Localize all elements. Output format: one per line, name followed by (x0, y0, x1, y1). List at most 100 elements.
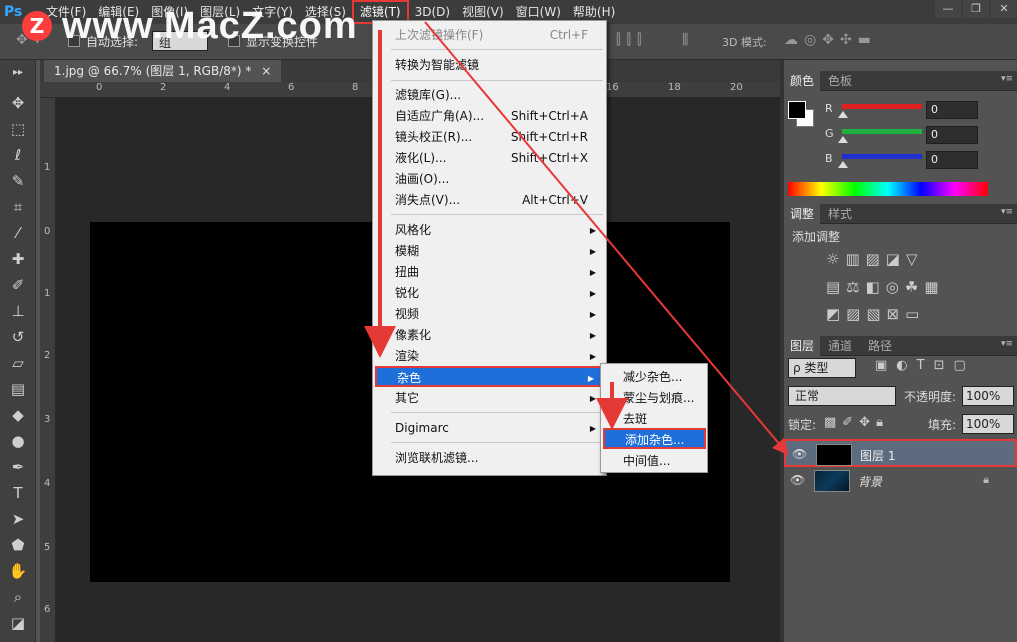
adjustment-icons-row-3[interactable]: ◩▨▧⊠▭ (826, 305, 925, 325)
submenu-item-add-noise[interactable]: 添加杂色... (603, 428, 706, 449)
tab-layers[interactable]: 图层 (784, 336, 821, 356)
channel-r-value[interactable]: 0 (926, 101, 978, 119)
dodge-tool-icon[interactable]: ● (0, 428, 36, 454)
adjustment-icons-row-1[interactable]: ☼▥▨◪▽ (826, 250, 924, 270)
gradient-tool-icon[interactable]: ▤ (0, 376, 36, 402)
submenu-arrow-icon: ▶ (587, 374, 594, 383)
menu-item-distort[interactable]: 扭曲 ▶ (375, 262, 604, 283)
layer-filter-icons[interactable]: ▣◐T⊡▢ (875, 358, 975, 373)
healing-tool-icon[interactable]: ✚ (0, 246, 36, 272)
close-button[interactable]: ✕ (991, 0, 1017, 18)
menu-item-other[interactable]: 其它 ▶ (375, 388, 604, 409)
blend-mode-select[interactable]: 正常 (788, 386, 896, 406)
align-icons[interactable]: ⫿⫿⫿ (616, 32, 647, 52)
minimize-button[interactable]: — (935, 0, 961, 18)
menu-item-pixelate[interactable]: 像素化 ▶ (375, 325, 604, 346)
layer-thumbnail (814, 470, 850, 492)
marquee-tool-icon[interactable]: ⬚ (0, 116, 36, 142)
crop-tool-icon[interactable]: ⌗ (0, 194, 36, 220)
foreground-color-swatch[interactable] (788, 101, 806, 119)
menu-item-video[interactable]: 视频 ▶ (375, 304, 604, 325)
tab-paths[interactable]: 路径 (862, 336, 898, 356)
brush-tool-icon[interactable]: ✐ (0, 272, 36, 298)
type-tool-icon[interactable]: T (0, 480, 36, 506)
menu-item-liquify[interactable]: 液化(L)... Shift+Ctrl+X (375, 148, 604, 169)
distribute-icon[interactable]: ⫼ (682, 32, 694, 52)
menu-item-oil-paint[interactable]: 油画(O)... (375, 169, 604, 190)
history-brush-icon[interactable]: ↺ (0, 324, 36, 350)
eyedropper-tool-icon[interactable]: ⁄ (0, 220, 36, 246)
menu-item-sharpen[interactable]: 锐化 ▶ (375, 283, 604, 304)
adjustment-icons-row-2[interactable]: ▤⚖◧◎☘▦ (826, 278, 945, 298)
submenu-item-median[interactable]: 中间值... (603, 451, 706, 472)
tab-channels[interactable]: 通道 (822, 336, 858, 356)
shortcut-label: Shift+Ctrl+R (510, 130, 588, 144)
channel-g-value[interactable]: 0 (926, 126, 978, 144)
visibility-eye-icon[interactable]: 👁︎ (790, 473, 805, 487)
ruler-tick: 4 (44, 478, 51, 489)
submenu-item-dust-scratches[interactable]: 蒙尘与划痕... (603, 388, 706, 409)
fill-input[interactable]: 100% (962, 414, 1014, 434)
menu-item-blur[interactable]: 模糊 ▶ (375, 241, 604, 262)
quick-select-tool-icon[interactable]: ✎ (0, 168, 36, 194)
photoshop-window: Ps 文件(F) 编辑(E) 图像(I) 图层(L) 文字(Y) 选择(S) 滤… (0, 0, 1017, 642)
channel-g-thumb[interactable] (838, 136, 848, 143)
panel-collapse-icon[interactable]: ▸▸ (0, 60, 36, 90)
menu-item-noise[interactable]: 杂色 ▶ (375, 366, 604, 387)
submenu-item-despeckle[interactable]: 去斑 (603, 409, 706, 430)
restore-button[interactable]: ❐ (963, 0, 989, 18)
channel-b-thumb[interactable] (838, 161, 848, 168)
tab-swatches[interactable]: 色板 (822, 71, 858, 91)
layer-kind-filter[interactable]: ρ 类型 (788, 358, 856, 378)
panel-menu-icon[interactable]: ▾≡ (1001, 207, 1013, 217)
channel-r-thumb[interactable] (838, 111, 848, 118)
color-spectrum[interactable] (788, 182, 988, 196)
tab-adjustments[interactable]: 调整 (784, 204, 821, 224)
channel-r-slider[interactable] (842, 104, 922, 109)
channel-g-slider[interactable] (842, 129, 922, 134)
3d-mode-icons[interactable]: ☁◎✥✣▬ (784, 32, 877, 52)
menu-item-browse-online[interactable]: 浏览联机滤镜... (375, 448, 604, 469)
pen-tool-icon[interactable]: ✒ (0, 454, 36, 480)
layer-row-layer1[interactable]: 👁︎ 图层 1 (784, 439, 1017, 467)
color-swatch-icon[interactable]: ◪ (0, 610, 36, 636)
shape-tool-icon[interactable]: ⬟ (0, 532, 36, 558)
layer-row-background[interactable]: 👁︎ 背景 🔒︎ (784, 467, 1017, 495)
menu-item-filter-gallery[interactable]: 滤镜库(G)... (375, 85, 604, 106)
tab-color[interactable]: 颜色 (784, 71, 821, 91)
layers-panel-header: 图层 通道 路径 ▾≡ (784, 336, 1017, 356)
opacity-input[interactable]: 100% (962, 386, 1014, 406)
separator (391, 214, 603, 215)
move-tool-icon[interactable]: ✥ (0, 90, 36, 116)
menu-item-label: 自适应广角(A)... (395, 109, 485, 123)
menu-item-render[interactable]: 渲染 ▶ (375, 346, 604, 367)
menu-item-convert-smart[interactable]: 转换为智能滤镜 (375, 55, 604, 76)
submenu-item-reduce-noise[interactable]: 减少杂色... (603, 367, 706, 388)
ruler-tick: 1 (44, 288, 51, 299)
eraser-tool-icon[interactable]: ▱ (0, 350, 36, 376)
menu-item-digimarc[interactable]: Digimarc ▶ (375, 418, 604, 439)
panel-menu-icon[interactable]: ▾≡ (1001, 74, 1013, 84)
menu-item-label: 浏览联机滤镜... (395, 451, 479, 465)
channel-b-slider[interactable] (842, 154, 922, 159)
tab-styles[interactable]: 样式 (822, 204, 858, 224)
hand-tool-icon[interactable]: ✋ (0, 558, 36, 584)
panel-menu-icon[interactable]: ▾≡ (1001, 339, 1013, 349)
tab-close-icon[interactable]: × (261, 64, 271, 78)
stamp-tool-icon[interactable]: ⊥ (0, 298, 36, 324)
menu-item-vanishing-point[interactable]: 消失点(V)... Alt+Ctrl+V (375, 190, 604, 211)
menu-item-lens-correction[interactable]: 镜头校正(R)... Shift+Ctrl+R (375, 127, 604, 148)
lock-label: 锁定: (788, 418, 817, 432)
channel-b-value[interactable]: 0 (926, 151, 978, 169)
lasso-tool-icon[interactable]: ℓ (0, 142, 36, 168)
path-select-tool-icon[interactable]: ➤ (0, 506, 36, 532)
ruler-vertical: 1 0 1 2 3 4 5 6 (40, 98, 56, 642)
lock-icons[interactable]: ▩✐✥🔒︎ (824, 415, 889, 430)
menu-item-stylize[interactable]: 风格化 ▶ (375, 220, 604, 241)
zoom-tool-icon[interactable]: ⌕ (0, 584, 36, 610)
submenu-arrow-icon: ▶ (589, 289, 596, 298)
document-tab[interactable]: 1.jpg @ 66.7% (图层 1, RGB/8*) * × (44, 60, 282, 82)
menu-item-adaptive-wide-angle[interactable]: 自适应广角(A)... Shift+Ctrl+A (375, 106, 604, 127)
visibility-eye-icon[interactable]: 👁︎ (792, 447, 807, 461)
blur-tool-icon[interactable]: ◆ (0, 402, 36, 428)
